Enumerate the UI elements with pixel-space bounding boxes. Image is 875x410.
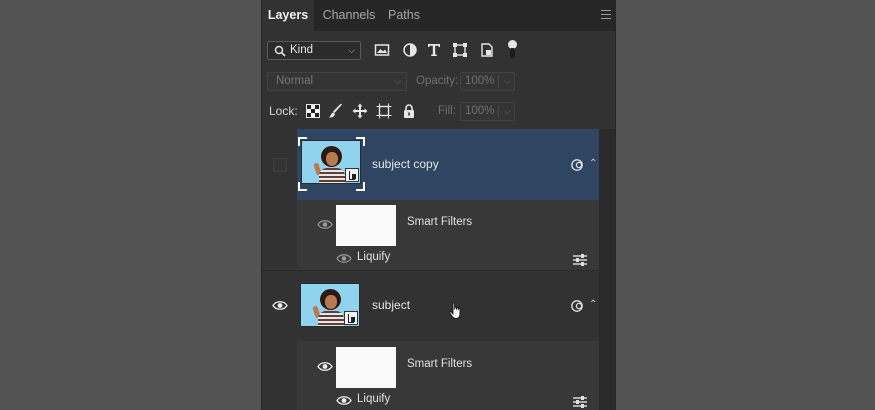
chevron-down-icon: ⌵ xyxy=(394,76,401,86)
tab-channels[interactable]: Channels xyxy=(317,0,381,31)
filter-kind-label: Kind xyxy=(290,44,314,56)
lock-label: Lock: xyxy=(269,104,298,118)
pixel-layer-filter-icon[interactable] xyxy=(374,42,390,58)
layers-scrollbar[interactable] xyxy=(599,129,615,410)
smart-object-badge-icon xyxy=(344,311,358,325)
lock-image-pixels-icon[interactable] xyxy=(328,103,344,119)
smart-filter-mask-thumbnail[interactable] xyxy=(336,347,396,388)
smart-filter-link-icon[interactable] xyxy=(570,158,584,172)
smart-filter-link-icon[interactable] xyxy=(570,299,584,313)
blend-mode-value: Normal xyxy=(276,75,314,87)
hamburger-icon[interactable] xyxy=(601,10,611,19)
smart-filters-label[interactable]: Smart Filters xyxy=(407,358,472,370)
blend-mode-select[interactable]: Normal ⌵ xyxy=(267,72,407,91)
search-icon xyxy=(274,45,286,57)
layer-name[interactable]: subject xyxy=(372,298,410,312)
lock-position-icon[interactable] xyxy=(352,103,368,119)
hand-cursor-icon xyxy=(449,302,461,319)
thumbnail-face xyxy=(325,295,337,309)
filter-blending-options-icon[interactable] xyxy=(573,254,587,266)
fill-divider xyxy=(498,105,499,118)
collapse-caret-icon[interactable]: ⌃ xyxy=(589,158,597,169)
visibility-toggle-off[interactable] xyxy=(273,158,287,172)
layer-name[interactable]: subject copy xyxy=(372,157,439,171)
opacity-field[interactable]: 100% ⌵ xyxy=(460,72,515,91)
smart-filters-label[interactable]: Smart Filters xyxy=(407,216,472,228)
opacity-label: Opacity: xyxy=(416,75,459,87)
thumbnail-face xyxy=(326,152,338,166)
chevron-down-icon[interactable]: ⌵ xyxy=(504,76,511,87)
layer-thumbnail[interactable] xyxy=(300,283,360,327)
opacity-value: 100% xyxy=(465,75,495,87)
collapse-caret-icon[interactable]: ⌃ xyxy=(589,299,597,310)
lock-artboard-icon[interactable] xyxy=(376,103,392,119)
adjustment-layer-filter-icon[interactable] xyxy=(402,42,418,58)
smart-object-filter-icon[interactable] xyxy=(479,42,495,58)
fill-label: Fill: xyxy=(438,105,456,117)
chevron-down-icon: ⌵ xyxy=(348,45,355,55)
lock-transparent-pixels-icon[interactable] xyxy=(305,103,321,119)
lock-all-icon[interactable] xyxy=(401,103,417,119)
chevron-down-icon[interactable]: ⌵ xyxy=(504,106,511,117)
panel-tab-bar: Layers Channels Paths xyxy=(262,0,615,31)
thumbnail-body xyxy=(319,168,345,183)
fill-value: 100% xyxy=(465,105,495,117)
eye-icon[interactable] xyxy=(317,219,333,230)
eye-icon[interactable] xyxy=(317,361,333,372)
eye-icon[interactable] xyxy=(336,395,352,406)
eye-icon[interactable] xyxy=(336,253,352,264)
filter-name-liquify[interactable]: Liquify xyxy=(357,393,390,405)
filter-toggle-track xyxy=(510,48,515,58)
filter-name-liquify[interactable]: Liquify xyxy=(357,251,390,263)
shape-layer-filter-icon[interactable] xyxy=(452,42,468,58)
filter-blending-options-icon[interactable] xyxy=(573,396,587,408)
thumbnail-body xyxy=(318,311,344,326)
layers-panel: Layers Channels Paths Kind ⌵ Normal ⌵ Op… xyxy=(261,0,616,410)
smart-filter-mask-thumbnail[interactable] xyxy=(336,205,396,246)
tab-layers[interactable]: Layers xyxy=(262,0,314,31)
layer-thumbnail[interactable] xyxy=(301,140,361,184)
tab-paths[interactable]: Paths xyxy=(383,0,425,31)
type-layer-filter-icon[interactable] xyxy=(426,42,442,58)
eye-icon[interactable] xyxy=(272,300,288,311)
opacity-divider xyxy=(498,75,499,88)
filter-kind-select[interactable]: Kind ⌵ xyxy=(267,41,361,60)
fill-field[interactable]: 100% ⌵ xyxy=(460,102,515,121)
smart-object-badge-icon xyxy=(345,168,359,182)
